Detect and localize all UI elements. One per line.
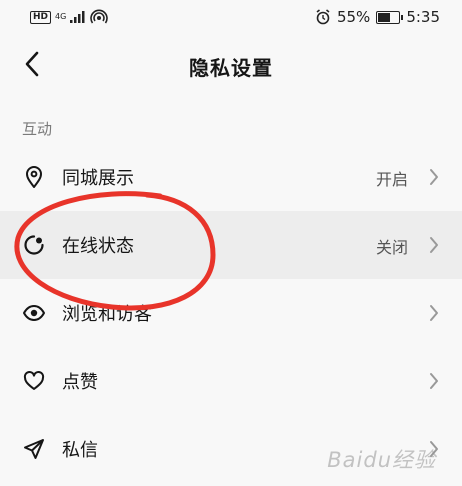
status-right: 55% 5:35: [315, 8, 440, 26]
battery-percent: 55%: [336, 8, 371, 26]
row-label: 同城展示: [62, 168, 134, 189]
online-status-icon: [24, 235, 44, 255]
nav-bar: 隐私设置: [0, 36, 462, 92]
row-label: 私信: [62, 440, 98, 461]
chevron-right-icon: [430, 373, 438, 389]
eye-icon: [23, 305, 45, 321]
page-title: 隐私设置: [189, 56, 273, 80]
battery-fill: [378, 12, 391, 22]
section-label: 互动: [22, 120, 53, 138]
row-nearby-display[interactable]: 同城展示 开启: [0, 143, 462, 211]
network-type: 4G: [55, 12, 67, 21]
location-pin-icon: [26, 166, 42, 188]
chevron-right-icon: [430, 169, 438, 185]
row-online-status[interactable]: 在线状态 关闭: [0, 211, 462, 279]
row-value: 关闭: [375, 238, 408, 257]
status-bar: HD 4G 55% 5:35: [0, 0, 462, 36]
row-label: 浏览和访客: [62, 304, 152, 325]
heart-icon: [23, 371, 45, 390]
row-label: 点赞: [62, 372, 98, 393]
battery-icon: [376, 10, 404, 24]
row-views-visitors[interactable]: 浏览和访客: [0, 279, 462, 347]
paper-plane-icon: [24, 439, 44, 459]
row-label: 在线状态: [62, 236, 134, 257]
signal-icon: [70, 11, 85, 23]
alarm-icon: [316, 9, 330, 25]
chevron-right-icon: [430, 237, 438, 253]
watermark: Baidu经验: [327, 448, 436, 472]
hotspot-icon: [90, 9, 109, 24]
status-left: HD 4G: [30, 9, 109, 25]
row-likes[interactable]: 点赞: [0, 347, 462, 415]
hd-badge: HD: [30, 10, 52, 24]
clock: 5:35: [406, 8, 440, 26]
row-value: 开启: [375, 170, 408, 189]
chevron-right-icon: [430, 305, 438, 321]
